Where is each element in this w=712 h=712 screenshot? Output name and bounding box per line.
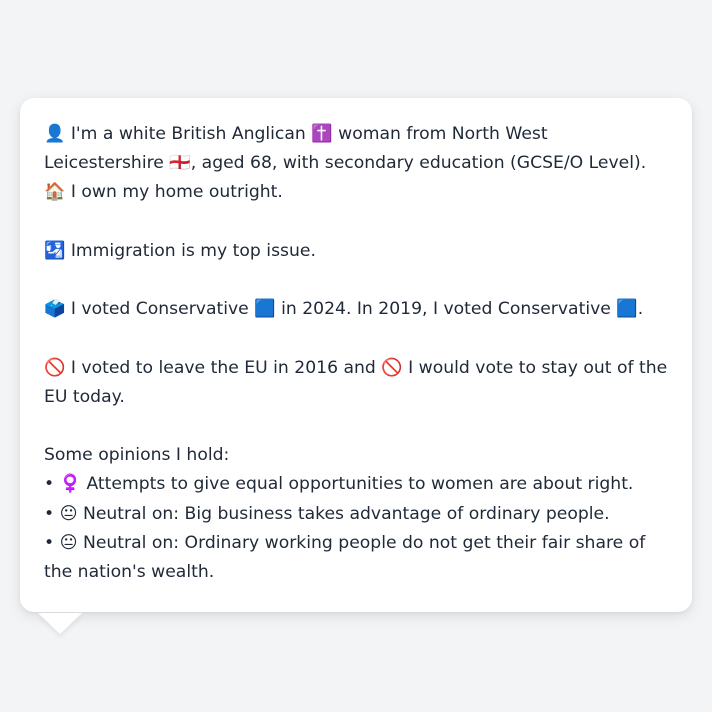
opinion-item: • 😐 Neutral on: Big business takes advan… — [44, 503, 610, 524]
persona-eu-stance: 🚫 I voted to leave the EU in 2016 and 🚫 … — [44, 357, 668, 407]
opinion-item: • 😐 Neutral on: Ordinary working people … — [44, 532, 646, 582]
opinion-item: • ♀️ Attempts to give equal opportunitie… — [44, 474, 634, 495]
speech-bubble-tail — [38, 613, 82, 634]
opinions-list: • ♀️ Attempts to give equal opportunitie… — [44, 470, 668, 587]
persona-intro: 👤 I'm a white British Anglican ✝️ woman … — [44, 124, 647, 203]
persona-speech-bubble: 👤 I'm a white British Anglican ✝️ woman … — [20, 98, 692, 612]
opinions-heading: Some opinions I hold: — [44, 445, 230, 466]
persona-text: 👤 I'm a white British Anglican ✝️ woman … — [44, 120, 668, 587]
persona-top-issue: 🛂 Immigration is my top issue. — [44, 240, 316, 261]
persona-opinions: Some opinions I hold: • ♀️ Attempts to g… — [44, 441, 668, 587]
persona-vote-history: 🗳️ I voted Conservative 🟦 in 2024. In 20… — [44, 299, 644, 320]
